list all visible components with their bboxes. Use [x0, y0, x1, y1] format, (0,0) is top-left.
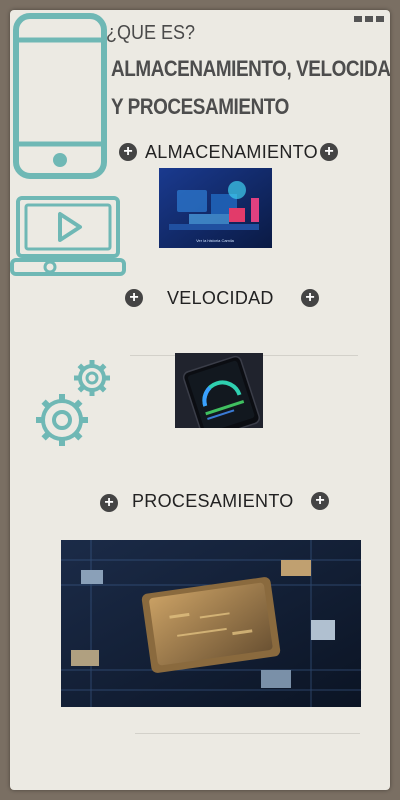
divider-bottom [135, 733, 360, 734]
storage-image[interactable]: Ver la historia Camila [159, 168, 272, 248]
expand-speed-left-button[interactable]: + [125, 289, 143, 307]
expand-processing-left-button[interactable]: + [100, 494, 118, 512]
laptop-play-icon [10, 196, 126, 276]
gears-icon [36, 360, 110, 446]
expand-processing-right-button[interactable]: + [311, 492, 329, 510]
expand-storage-left-button[interactable]: + [119, 143, 137, 161]
storage-image-caption: Ver la historia Camila [196, 238, 235, 243]
processing-label: PROCESAMIENTO [132, 491, 294, 511]
speed-image[interactable] [175, 353, 263, 428]
title-line-1: ALMACENAMIENTO, VELOCIDAD [111, 56, 390, 81]
smartphone-icon [13, 13, 107, 179]
processing-image[interactable] [61, 540, 361, 707]
storage-label: ALMACENAMIENTO [145, 142, 318, 162]
page-title: ALMACENAMIENTO, VELOCIDAD Y PROCESAMIENT… [111, 50, 390, 126]
title-line-2: Y PROCESAMIENTO [111, 94, 289, 119]
expand-speed-right-button[interactable]: + [301, 289, 319, 307]
more-menu-icon[interactable] [354, 16, 384, 22]
question-heading: ¿QUE ES? [106, 22, 196, 44]
expand-storage-right-button[interactable]: + [320, 143, 338, 161]
speed-label: VELOCIDAD [167, 288, 274, 308]
content-card: ¿QUE ES? ALMACENAMIENTO, VELOCIDAD Y PRO… [10, 10, 390, 790]
